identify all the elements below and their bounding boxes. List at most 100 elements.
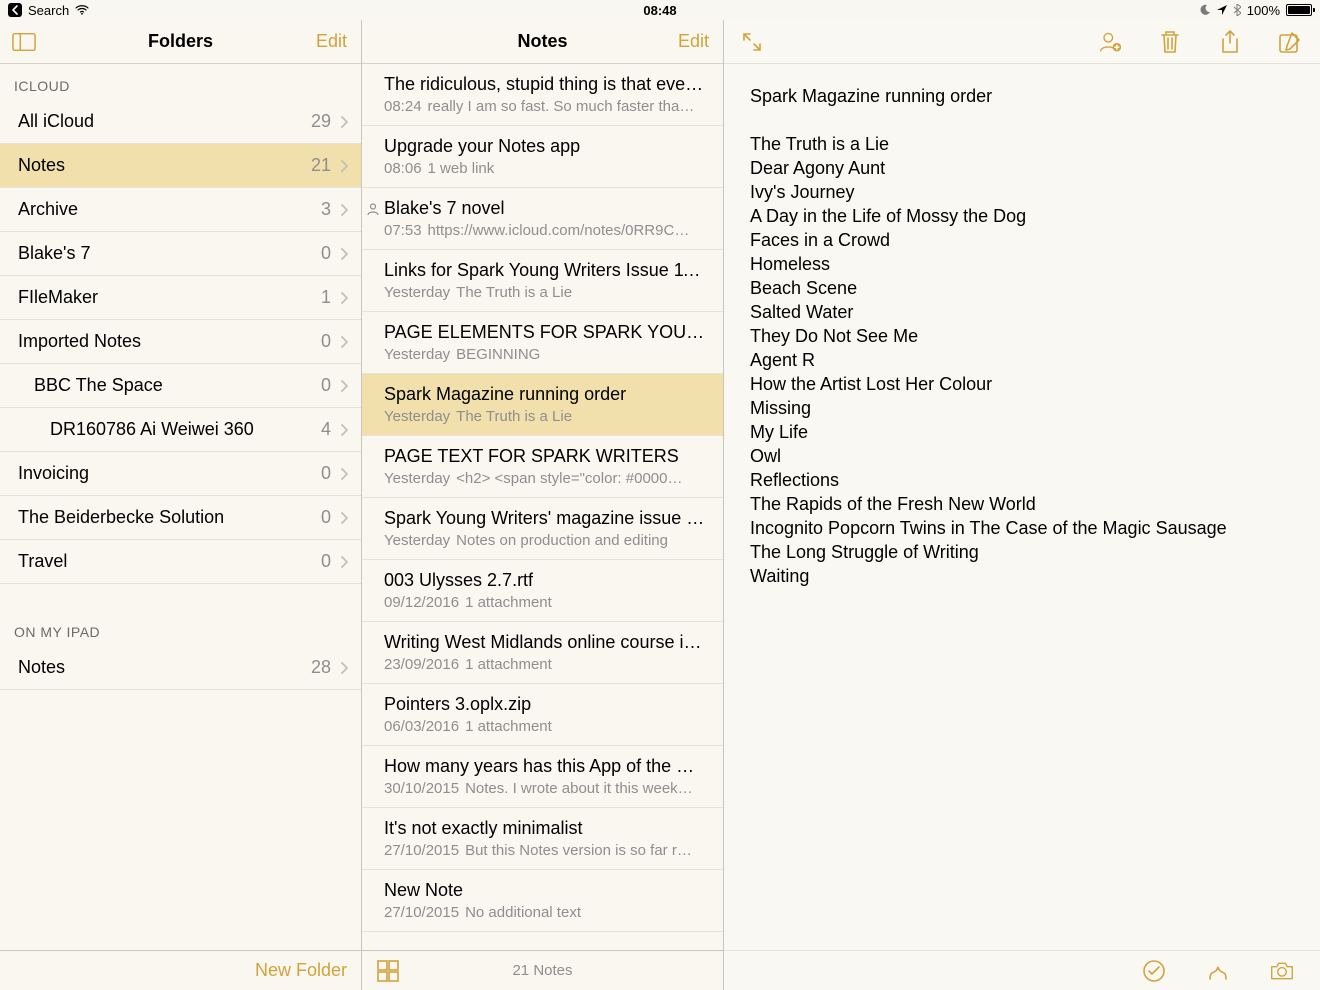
folder-count: 28 bbox=[311, 657, 331, 678]
folder-row[interactable]: Imported Notes0 bbox=[0, 320, 361, 364]
section-icloud: ICLOUD bbox=[0, 64, 361, 100]
editor-line[interactable]: Ivy's Journey bbox=[750, 180, 1294, 204]
checklist-icon[interactable] bbox=[1142, 959, 1166, 983]
notes-title: Notes bbox=[517, 31, 567, 52]
editor-line[interactable]: Agent R bbox=[750, 348, 1294, 372]
editor-line[interactable]: They Do Not See Me bbox=[750, 324, 1294, 348]
note-row[interactable]: Pointers 3.oplx.zip06/03/20161 attachmen… bbox=[362, 684, 723, 746]
editor-line[interactable]: Waiting bbox=[750, 564, 1294, 588]
battery-percent: 100% bbox=[1247, 3, 1280, 18]
note-preview: really I am so fast. So much faster tha… bbox=[428, 98, 695, 115]
note-subtitle: 06/03/20161 attachment bbox=[384, 718, 709, 735]
note-row[interactable]: The ridiculous, stupid thing is that eve… bbox=[362, 64, 723, 126]
note-row[interactable]: Upgrade your Notes app08:061 web link bbox=[362, 126, 723, 188]
add-person-icon[interactable] bbox=[1098, 30, 1122, 54]
note-row[interactable]: Links for Spark Young Writers Issue 11 p… bbox=[362, 250, 723, 312]
folder-count: 0 bbox=[321, 243, 331, 264]
note-title: Upgrade your Notes app bbox=[384, 136, 709, 157]
folder-row[interactable]: The Beiderbecke Solution0 bbox=[0, 496, 361, 540]
back-label[interactable]: Search bbox=[28, 3, 69, 18]
editor-line[interactable]: Spark Magazine running order bbox=[750, 84, 1294, 108]
note-row[interactable]: Blake's 7 novel07:53https://www.icloud.c… bbox=[362, 188, 723, 250]
note-row[interactable]: It's not exactly minimalist27/10/2015But… bbox=[362, 808, 723, 870]
note-timestamp: 09/12/2016 bbox=[384, 594, 459, 611]
editor-line[interactable]: How the Artist Lost Her Colour bbox=[750, 372, 1294, 396]
chevron-right-icon bbox=[339, 247, 349, 261]
editor-line[interactable]: Incognito Popcorn Twins in The Case of t… bbox=[750, 516, 1294, 540]
note-preview: No additional text bbox=[465, 904, 581, 921]
folder-row[interactable]: Notes28 bbox=[0, 646, 361, 690]
statusbar: Search 08:48 100% bbox=[0, 0, 1320, 20]
editor-line[interactable]: Dear Agony Aunt bbox=[750, 156, 1294, 180]
expand-icon[interactable] bbox=[740, 30, 764, 54]
note-subtitle: 27/10/2015No additional text bbox=[384, 904, 709, 921]
folder-count: 4 bbox=[321, 419, 331, 440]
note-subtitle: 30/10/2015 Notes. I wrote about it this w… bbox=[384, 780, 709, 797]
folder-row[interactable]: Notes21 bbox=[0, 144, 361, 188]
note-row[interactable]: PAGE TEXT FOR SPARK WRITERSYesterday<h2>… bbox=[362, 436, 723, 498]
note-timestamp: 30/10/2015 bbox=[384, 780, 459, 797]
note-row[interactable]: Spark Young Writers' magazine issue 11… Y… bbox=[362, 498, 723, 560]
folder-count: 0 bbox=[321, 507, 331, 528]
editor-toolbar bbox=[724, 20, 1320, 64]
attachments-view-icon[interactable] bbox=[376, 959, 400, 983]
sidebar-toggle-icon[interactable] bbox=[12, 30, 36, 54]
share-icon[interactable] bbox=[1218, 30, 1242, 54]
note-title: Spark Young Writers' magazine issue 11… bbox=[384, 508, 709, 529]
folder-row[interactable]: Invoicing0 bbox=[0, 452, 361, 496]
note-row[interactable]: How many years has this App of the We…30… bbox=[362, 746, 723, 808]
editor-line[interactable]: My Life bbox=[750, 420, 1294, 444]
note-row[interactable]: Spark Magazine running orderYesterdayThe… bbox=[362, 374, 723, 436]
folder-count: 0 bbox=[321, 331, 331, 352]
editor-line[interactable]: The Truth is a Lie bbox=[750, 132, 1294, 156]
editor-line[interactable]: Homeless bbox=[750, 252, 1294, 276]
note-row[interactable]: New Note27/10/2015No additional text bbox=[362, 870, 723, 932]
compose-icon[interactable] bbox=[1278, 30, 1302, 54]
folders-edit-button[interactable]: Edit bbox=[316, 31, 347, 52]
folder-name: BBC The Space bbox=[34, 375, 163, 396]
notes-list[interactable]: The ridiculous, stupid thing is that eve… bbox=[362, 64, 723, 950]
folder-row[interactable]: Archive3 bbox=[0, 188, 361, 232]
back-chevron-icon[interactable] bbox=[8, 3, 22, 17]
editor-line[interactable]: The Rapids of the Fresh New World bbox=[750, 492, 1294, 516]
folder-row[interactable]: Travel0 bbox=[0, 540, 361, 584]
sketch-icon[interactable] bbox=[1206, 959, 1230, 983]
shared-icon bbox=[366, 202, 380, 216]
editor-line[interactable]: The Long Struggle of Writing bbox=[750, 540, 1294, 564]
editor-line[interactable]: Reflections bbox=[750, 468, 1294, 492]
notes-header: Notes Edit bbox=[362, 20, 723, 64]
editor-line[interactable]: Salted Water bbox=[750, 300, 1294, 324]
note-preview: Notes on production and editing bbox=[456, 532, 668, 549]
editor-line[interactable]: Beach Scene bbox=[750, 276, 1294, 300]
folder-row[interactable]: Blake's 7 0 bbox=[0, 232, 361, 276]
folder-name: Blake's 7 bbox=[18, 243, 90, 264]
notes-edit-button[interactable]: Edit bbox=[678, 31, 709, 52]
note-subtitle: YesterdayNotes on production and editing bbox=[384, 532, 709, 549]
blank-line bbox=[750, 108, 1294, 132]
note-row[interactable]: Writing West Midlands online course ide…… bbox=[362, 622, 723, 684]
editor-line[interactable]: Faces in a Crowd bbox=[750, 228, 1294, 252]
note-row[interactable]: PAGE ELEMENTS FOR SPARK YOUNG…YesterdayB… bbox=[362, 312, 723, 374]
camera-icon[interactable] bbox=[1270, 959, 1294, 983]
battery-icon bbox=[1286, 4, 1312, 16]
editor-line[interactable]: Owl bbox=[750, 444, 1294, 468]
note-title: 003 Ulysses 2.7.rtf bbox=[384, 570, 709, 591]
folders-column: Folders Edit ICLOUD All iCloud29Notes21A… bbox=[0, 20, 362, 990]
folder-row[interactable]: All iCloud29 bbox=[0, 100, 361, 144]
folder-row[interactable]: DR160786 Ai Weiwei 3604 bbox=[0, 408, 361, 452]
note-timestamp: 08:06 bbox=[384, 160, 422, 177]
chevron-right-icon bbox=[339, 423, 349, 437]
folder-row[interactable]: FIleMaker1 bbox=[0, 276, 361, 320]
editor-line[interactable]: Missing bbox=[750, 396, 1294, 420]
new-folder-button[interactable]: New Folder bbox=[255, 960, 347, 981]
editor-body[interactable]: Spark Magazine running order The Truth is… bbox=[724, 64, 1320, 608]
note-row[interactable]: 003 Ulysses 2.7.rtf 09/12/20161 attachmen… bbox=[362, 560, 723, 622]
note-preview: Notes. I wrote about it this week… bbox=[465, 780, 693, 797]
folder-row[interactable]: BBC The Space0 bbox=[0, 364, 361, 408]
editor-line[interactable]: A Day in the Life of Mossy the Dog bbox=[750, 204, 1294, 228]
folders-title: Folders bbox=[148, 31, 213, 52]
chevron-right-icon bbox=[339, 203, 349, 217]
note-subtitle: 09/12/20161 attachment bbox=[384, 594, 709, 611]
chevron-right-icon bbox=[339, 661, 349, 675]
trash-icon[interactable] bbox=[1158, 30, 1182, 54]
